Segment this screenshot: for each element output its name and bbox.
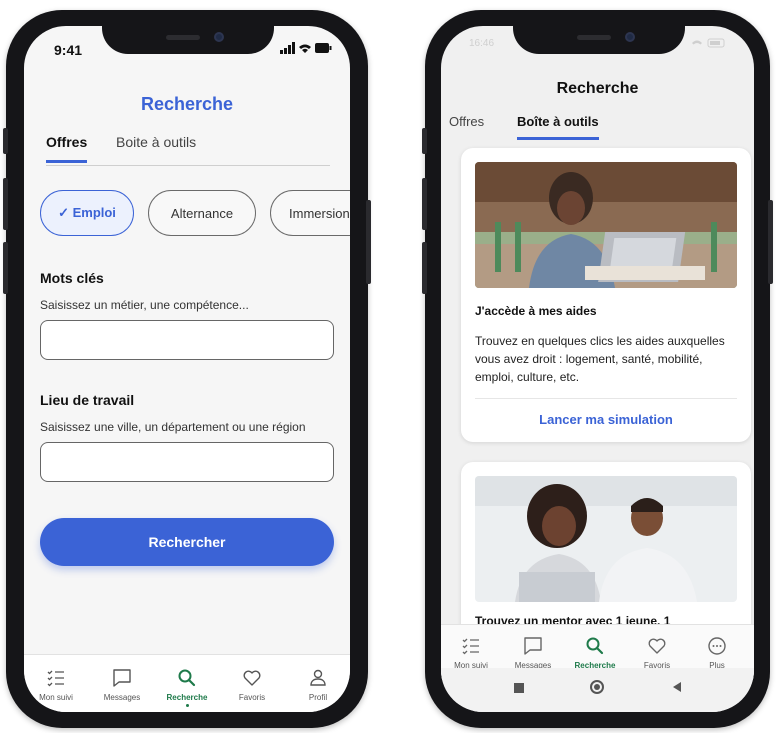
message-icon	[113, 669, 131, 687]
bottom-nav: Mon suivi Messages Recherche Favoris	[24, 654, 350, 712]
location-hint: Saisissez une ville, un département ou u…	[40, 420, 306, 434]
home-icon[interactable]	[589, 679, 605, 695]
tab-bar: Offres Boite à outils	[46, 134, 330, 166]
divider	[475, 398, 737, 399]
nav-messages[interactable]: Messages	[92, 667, 152, 702]
status-time: 9:41	[54, 42, 83, 58]
tab-offres[interactable]: Offres	[46, 134, 88, 163]
volume-down-button	[422, 242, 427, 294]
chip-emploi-label: ✓ Emploi	[58, 205, 116, 220]
nav-label: Recherche	[166, 693, 208, 702]
status-time: 16:46	[469, 38, 495, 49]
phone-left: 9:41 Recherche Offres Boite à outils ✓ E…	[3, 10, 371, 728]
nav-label: Mon suivi	[39, 693, 73, 702]
nav-label: Messages	[103, 693, 141, 702]
heart-icon	[648, 638, 666, 654]
chip-alternance-label: Alternance	[170, 205, 234, 221]
screen: 9:41 Recherche Offres Boite à outils ✓ E…	[24, 26, 350, 712]
keywords-hint: Saisissez un métier, une compétence...	[40, 298, 249, 312]
volume-up-button	[3, 178, 8, 230]
nav-profil[interactable]: Profil	[288, 667, 348, 702]
search-icon	[178, 669, 196, 687]
status-bar: 9:41	[54, 40, 332, 60]
card-body: Trouvez en quelques clics les aides auxq…	[475, 334, 725, 384]
status-icons	[280, 42, 332, 57]
chip-emploi[interactable]: ✓ Emploi	[40, 190, 134, 236]
nav-recherche[interactable]: Recherche	[157, 667, 217, 707]
checklist-icon	[462, 638, 479, 655]
volume-down-button	[3, 242, 8, 294]
nav-mon-suivi[interactable]: Mon suivi	[441, 635, 501, 670]
page-title: Recherche	[140, 94, 234, 114]
nav-messages[interactable]: Messages	[503, 635, 563, 670]
card-title: J'accède à mes aides	[475, 304, 597, 318]
tab-offres[interactable]: Offres	[449, 114, 484, 139]
keywords-title: Mots clés	[40, 270, 104, 286]
aides-card: J'accède à mes aides Trouvez en quelques…	[461, 148, 751, 442]
heart-icon	[243, 670, 261, 686]
chip-alternance[interactable]: Alternance	[148, 190, 256, 236]
nav-plus[interactable]: Plus	[687, 635, 747, 670]
search-icon	[586, 637, 604, 655]
power-button	[366, 200, 371, 284]
more-icon	[708, 637, 726, 655]
location-title: Lieu de travail	[40, 392, 135, 408]
search-button[interactable]: Rechercher	[40, 518, 334, 566]
profile-icon	[310, 669, 326, 686]
screen: 16:46 Recherche Offres Boîte à outils J'…	[441, 26, 754, 712]
mentor-photo	[475, 476, 737, 602]
volume-up-button	[422, 178, 427, 230]
location-input[interactable]	[40, 442, 334, 482]
chip-immersion-label: Immersion	[289, 205, 350, 221]
checklist-icon	[47, 670, 64, 687]
message-icon	[524, 637, 542, 655]
nav-favoris[interactable]: Favoris	[222, 667, 282, 702]
student-photo	[475, 162, 737, 288]
page-title: Recherche	[556, 80, 639, 97]
status-icons	[690, 38, 730, 51]
recents-icon[interactable]	[513, 682, 525, 694]
keywords-input[interactable]	[40, 320, 334, 360]
mute-switch	[3, 128, 8, 154]
back-icon[interactable]	[671, 681, 683, 693]
nav-label: Profil	[308, 693, 328, 702]
system-nav-bar	[441, 668, 754, 712]
nav-label: Favoris	[238, 693, 266, 702]
stage: 9:41 Recherche Offres Boite à outils ✓ E…	[0, 0, 777, 733]
chip-immersion[interactable]: Immersion	[270, 190, 350, 236]
nav-favoris[interactable]: Favoris	[627, 635, 687, 670]
status-bar: 16:46	[469, 38, 730, 56]
mute-switch	[422, 128, 427, 154]
active-indicator	[185, 704, 189, 707]
tab-boite-a-outils[interactable]: Boîte à outils	[517, 114, 599, 140]
power-button	[768, 200, 773, 284]
simulation-link[interactable]: Lancer ma simulation	[475, 412, 737, 427]
tab-boite-a-outils[interactable]: Boite à outils	[116, 134, 196, 160]
nav-mon-suivi[interactable]: Mon suivi	[26, 667, 86, 702]
phone-right: 16:46 Recherche Offres Boîte à outils J'…	[422, 10, 773, 728]
